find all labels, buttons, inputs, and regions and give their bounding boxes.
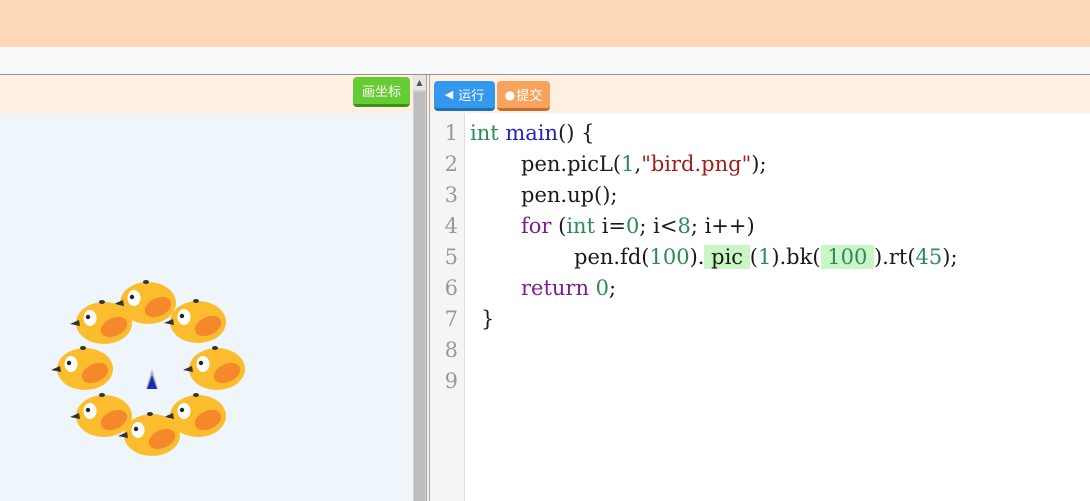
- line-number: 1: [444, 121, 458, 145]
- code-line[interactable]: int main() {: [470, 118, 594, 149]
- bird-sprite: [70, 393, 132, 437]
- run-button[interactable]: ◀ 运行: [434, 81, 495, 111]
- code-line[interactable]: pen.fd(100). pic (1).bk( 100 ).rt(45);: [574, 242, 958, 273]
- code-token: );: [942, 245, 958, 269]
- line-number: 9: [444, 369, 458, 393]
- code-token: ; i<: [639, 214, 678, 238]
- canvas-scrollbar[interactable]: ▲: [413, 75, 426, 501]
- line-number: 6: [444, 276, 458, 300]
- code-line[interactable]: }: [481, 304, 494, 335]
- submit-button-label: 提交: [516, 89, 543, 104]
- pen-cursor-icon: [146, 369, 158, 389]
- line-number: 4: [444, 214, 458, 238]
- code-token: for: [521, 214, 552, 238]
- code-token: 0: [626, 214, 640, 238]
- code-token: );: [751, 152, 767, 176]
- code-token: int: [470, 121, 499, 145]
- code-editor[interactable]: 1 2 3 4 5 6 7 8 9 int main() { pen.picL(…: [430, 113, 1090, 501]
- code-token: 1: [621, 152, 635, 176]
- code-token: pen.picL(: [521, 152, 622, 176]
- code-token: "bird.png": [641, 152, 752, 176]
- canvas-toolbar: [0, 75, 413, 113]
- code-token: 0: [589, 276, 610, 300]
- line-number: 2: [444, 152, 458, 176]
- code-token: pen.fd(: [574, 245, 650, 269]
- line-number: 8: [444, 338, 458, 362]
- scroll-thumb[interactable]: [414, 92, 425, 501]
- code-token: 45: [915, 245, 943, 269]
- code-token: int: [566, 214, 596, 238]
- app-subheader: [0, 47, 1090, 75]
- run-button-label: 运行: [458, 89, 485, 104]
- code-token: ;: [609, 276, 617, 300]
- scroll-up-arrow-icon[interactable]: ▲: [413, 75, 426, 90]
- code-token: ).bk(: [771, 245, 821, 269]
- code-token: 1: [757, 245, 772, 269]
- line-number: 5: [444, 245, 458, 269]
- highlighted-token[interactable]: pic: [704, 245, 750, 269]
- code-token: ).: [689, 245, 705, 269]
- drawing-canvas[interactable]: [0, 113, 413, 501]
- code-token: ).rt(: [873, 245, 916, 269]
- submit-button[interactable]: ● 提交: [497, 81, 550, 111]
- bird-sprite: [183, 346, 245, 390]
- app-header: [0, 0, 1090, 47]
- code-token: (: [749, 245, 758, 269]
- bird-sprite: [51, 346, 113, 390]
- draw-coordinates-button[interactable]: 画坐标: [353, 77, 410, 107]
- code-token: i=: [595, 214, 627, 238]
- code-token: main: [505, 121, 559, 145]
- apple-icon: ●: [504, 87, 516, 102]
- code-token: 8: [677, 214, 691, 238]
- code-token: () {: [558, 121, 595, 145]
- code-token: (: [551, 214, 567, 238]
- highlighted-token[interactable]: 100: [820, 245, 874, 269]
- code-token: ; i++): [690, 214, 755, 238]
- code-line[interactable]: for (int i=0; i<8; i++): [521, 211, 755, 242]
- line-number: 7: [444, 307, 458, 331]
- code-line[interactable]: return 0;: [521, 273, 616, 304]
- line-number: 3: [444, 183, 458, 207]
- code-token: return: [521, 276, 589, 300]
- code-token: 100: [649, 245, 690, 269]
- canvas-drawing: [51, 280, 245, 456]
- code-line[interactable]: pen.up();: [521, 180, 618, 211]
- play-icon: ◀: [444, 88, 454, 101]
- code-line[interactable]: pen.picL(1,"bird.png");: [521, 149, 767, 180]
